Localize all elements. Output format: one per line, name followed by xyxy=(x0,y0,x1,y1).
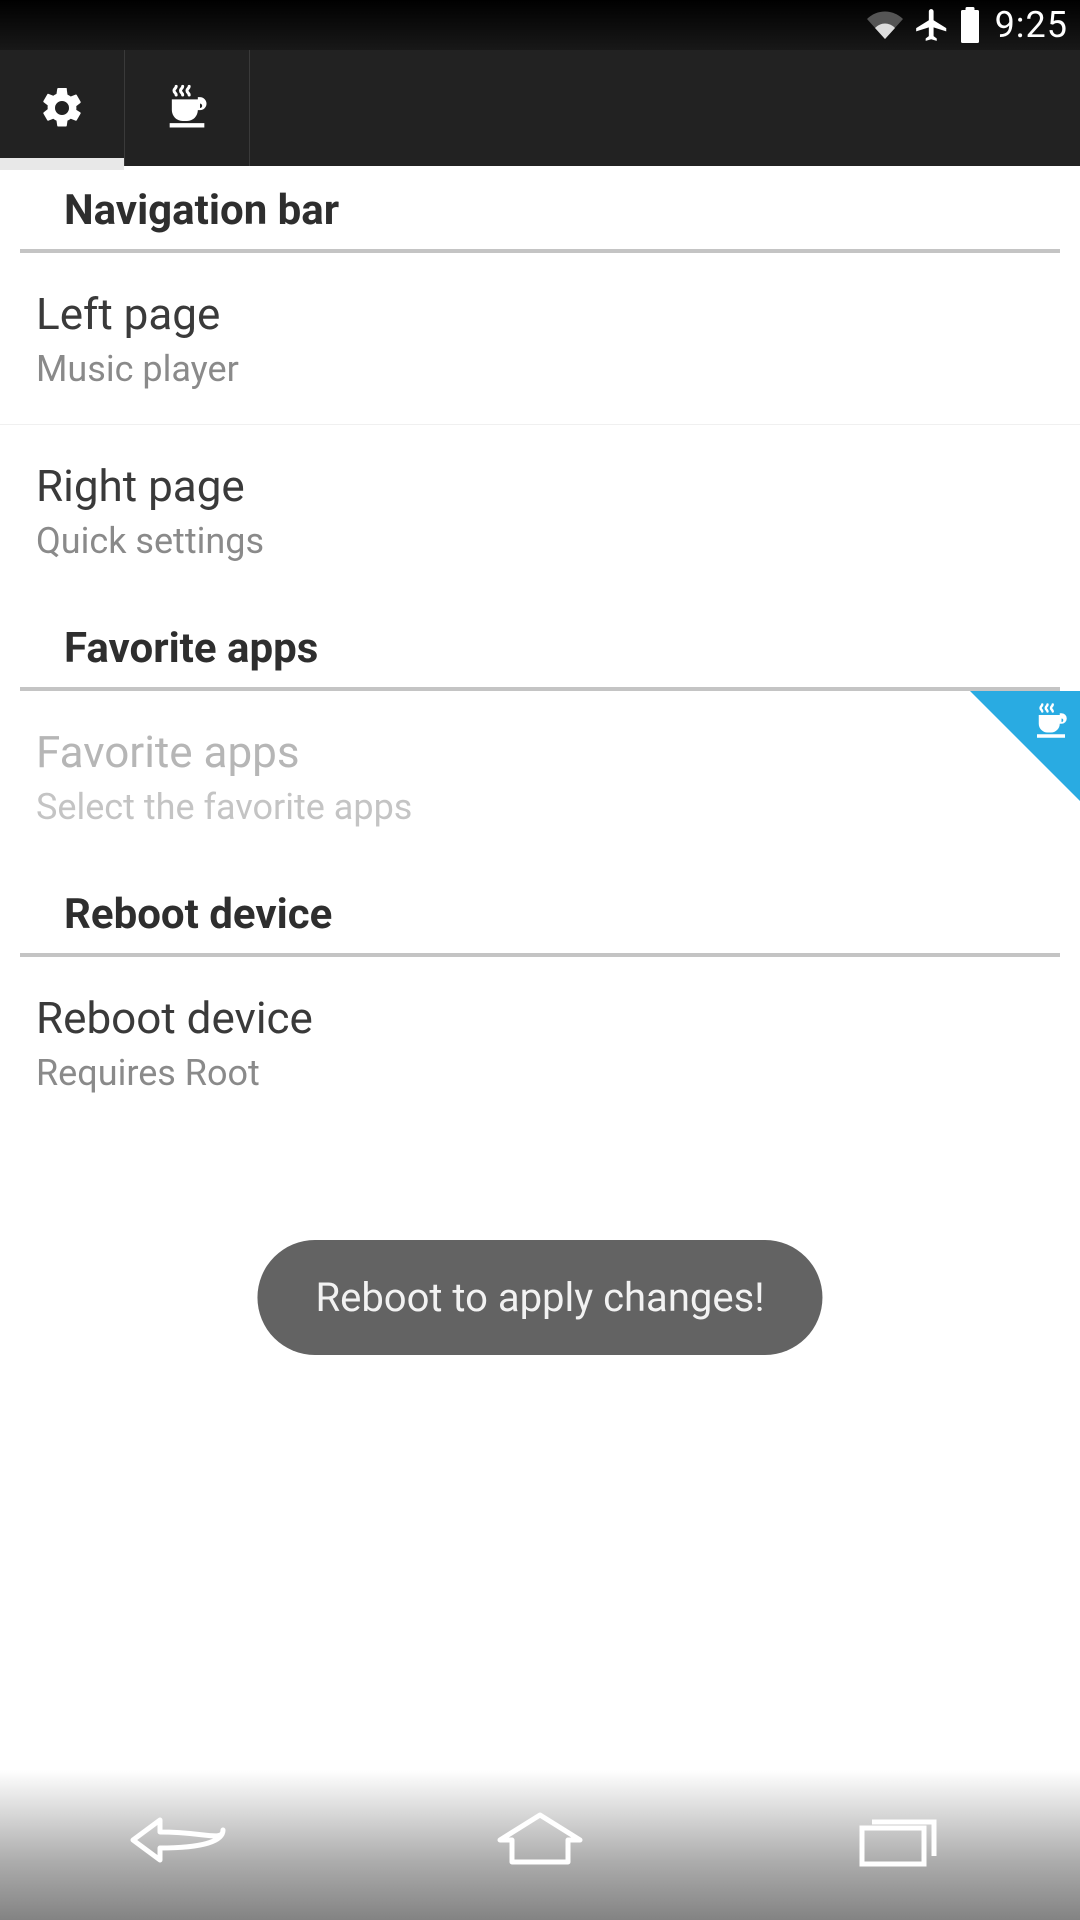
setting-title: Left page xyxy=(36,287,1044,342)
system-nav-bar xyxy=(0,1770,1080,1920)
coffee-icon xyxy=(1030,701,1072,743)
recent-apps-icon xyxy=(850,1810,950,1870)
wifi-icon xyxy=(865,9,905,41)
setting-subtitle: Requires Root xyxy=(36,1052,1044,1094)
section-header-reboot: Reboot device xyxy=(20,862,1060,957)
airplane-mode-icon xyxy=(913,6,951,44)
setting-subtitle: Music player xyxy=(36,348,1044,390)
setting-title: Reboot device xyxy=(36,991,1044,1046)
back-button[interactable] xyxy=(90,1810,270,1870)
premium-ribbon xyxy=(970,691,1080,801)
back-icon xyxy=(125,1810,235,1870)
setting-favorite-apps[interactable]: Favorite apps Select the favorite apps xyxy=(0,691,1080,862)
section-header-navigation-bar: Navigation bar xyxy=(20,166,1060,253)
setting-left-page[interactable]: Left page Music player xyxy=(0,253,1080,425)
status-time: 9:25 xyxy=(995,4,1068,46)
settings-content: Navigation bar Left page Music player Ri… xyxy=(0,166,1080,1128)
setting-reboot-device[interactable]: Reboot device Requires Root xyxy=(0,957,1080,1128)
tab-settings[interactable] xyxy=(0,50,125,166)
setting-subtitle: Select the favorite apps xyxy=(36,786,1044,828)
gear-icon xyxy=(38,84,86,132)
setting-subtitle: Quick settings xyxy=(36,520,1044,562)
app-bar xyxy=(0,50,1080,166)
setting-title: Favorite apps xyxy=(36,725,1044,780)
setting-right-page[interactable]: Right page Quick settings xyxy=(0,425,1080,596)
toast-message: Reboot to apply changes! xyxy=(257,1240,822,1355)
section-header-favorite-apps: Favorite apps xyxy=(20,596,1060,691)
coffee-icon xyxy=(161,82,213,134)
battery-icon xyxy=(959,7,981,43)
tab-coffee[interactable] xyxy=(125,50,250,166)
home-icon xyxy=(490,1810,590,1870)
recent-apps-button[interactable] xyxy=(810,1810,990,1870)
home-button[interactable] xyxy=(450,1810,630,1870)
setting-title: Right page xyxy=(36,459,1044,514)
status-bar: 9:25 xyxy=(0,0,1080,50)
